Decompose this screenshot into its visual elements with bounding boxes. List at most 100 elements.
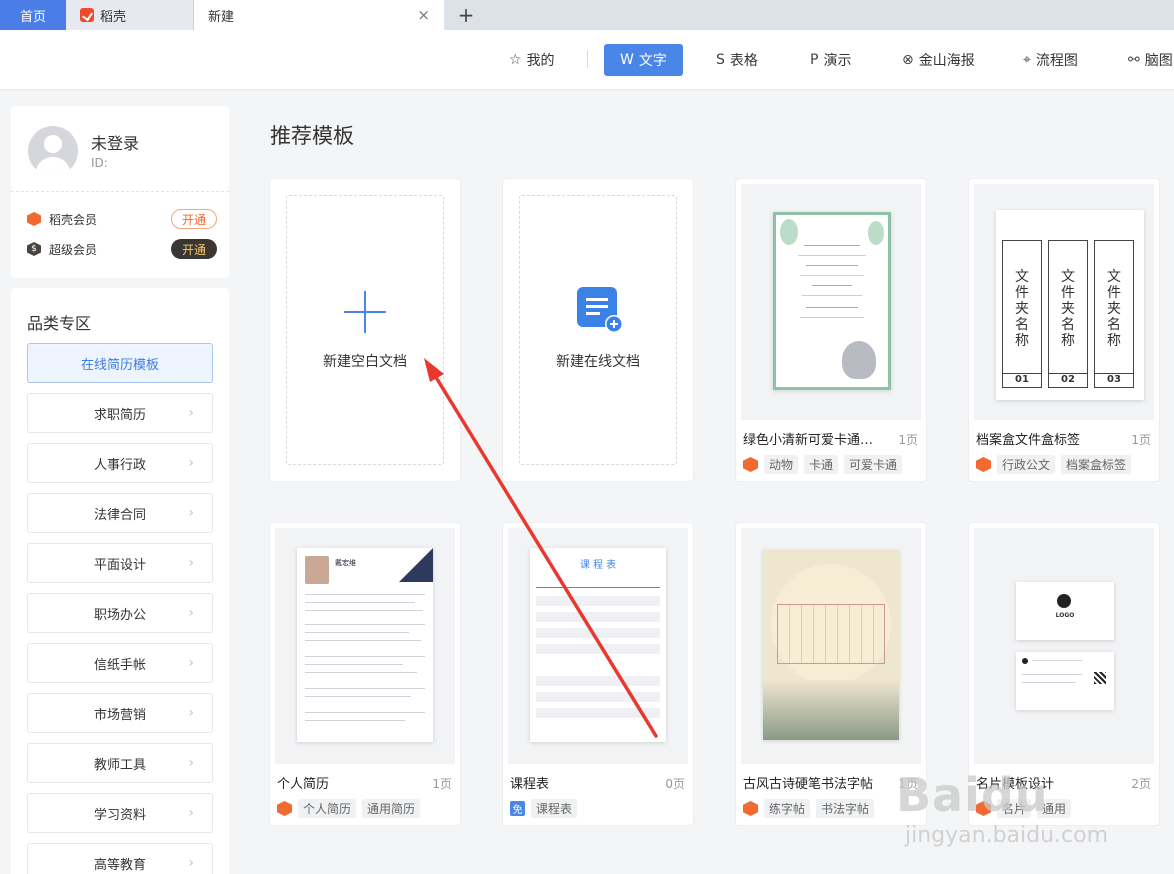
user-id: ID: — [91, 156, 108, 170]
card-divider — [11, 191, 229, 192]
cat-sheet[interactable]: S 表格 — [716, 44, 758, 76]
thumbnail-line — [305, 720, 405, 721]
thumbnail-line — [305, 656, 425, 657]
thumbnail-line — [800, 275, 864, 276]
free-badge-icon: 免 — [510, 801, 525, 816]
cat-mindmap[interactable]: ⚯ 脑图 — [1128, 44, 1173, 76]
cat-poster-label: 金山海报 — [918, 53, 975, 69]
category-item[interactable]: 法律合同 › — [27, 493, 213, 533]
cat-flowchart[interactable]: ⌖ 流程图 — [1023, 44, 1078, 76]
cat-mine[interactable]: ☆ 我的 — [509, 44, 555, 76]
leaf-icon — [868, 221, 884, 245]
template-tag[interactable]: 卡通 — [804, 455, 839, 474]
template-name: 档案盒文件盒标签 — [976, 433, 1081, 448]
category-item-label: 法律合同 — [93, 507, 146, 523]
template-thumbnail: LOGO — [974, 528, 1154, 764]
open-daoke-member-button[interactable]: 开通 — [171, 209, 217, 229]
member-row-super: $ 超级会员 开通 — [27, 238, 217, 260]
thumbnail-line — [1032, 660, 1082, 661]
folder-label-title: 文件夹名称 — [1061, 269, 1075, 349]
tab-new[interactable]: 新建 × — [194, 0, 444, 30]
category-item-label: 信纸手帐 — [93, 657, 146, 673]
folder-label: 文件夹名称 01 — [1002, 240, 1042, 388]
category-item[interactable]: 人事行政 › — [27, 443, 213, 483]
open-super-member-button[interactable]: 开通 — [171, 239, 217, 259]
daoke-badge-icon — [743, 801, 758, 816]
avatar[interactable] — [28, 126, 78, 176]
folder-label-title: 文件夹名称 — [1015, 269, 1029, 349]
category-item-label: 市场营销 — [93, 707, 146, 723]
user-name[interactable]: 未登录 — [91, 130, 139, 154]
category-item[interactable]: 教师工具 › — [27, 743, 213, 783]
folder-label-number: 01 — [1003, 373, 1041, 387]
template-pages: 0页 — [665, 777, 685, 791]
tab-daoke[interactable]: 稻壳 — [66, 0, 194, 30]
new-online-doc-card[interactable]: 新建在线文档 — [502, 178, 694, 482]
thumbnail-line — [798, 255, 866, 256]
category-item[interactable]: 信纸手帐 › — [27, 643, 213, 683]
thumbnail-line — [305, 672, 417, 673]
section-title: 推荐模板 — [270, 124, 354, 148]
template-tag[interactable]: 通用简历 — [362, 799, 421, 818]
folder-label: 文件夹名称 03 — [1094, 240, 1134, 388]
poster-icon: ⊗ — [902, 52, 914, 68]
category-item[interactable]: 平面设计 › — [27, 543, 213, 583]
template-tag[interactable]: 可爱卡通 — [844, 455, 903, 474]
template-tag[interactable]: 动物 — [764, 455, 799, 474]
template-tag[interactable]: 书法字帖 — [816, 799, 875, 818]
cat-poster[interactable]: ⊗ 金山海报 — [902, 44, 975, 76]
online-doc-icon — [577, 287, 623, 333]
category-item[interactable]: 市场营销 › — [27, 693, 213, 733]
template-tags: 动物 卡通 可爱卡通 — [743, 455, 908, 474]
tab-bar: 首页 稻壳 新建 × + — [0, 0, 1174, 30]
thumbnail-paper: 文件夹名称 01 文件夹名称 02 文件夹名称 03 — [996, 210, 1144, 400]
template-card[interactable]: 绿色小清新可爱卡通动... 1页 动物 卡通 可爱卡通 — [735, 178, 927, 482]
cat-writer[interactable]: W 文字 — [604, 44, 683, 76]
resume-photo — [305, 556, 329, 584]
daoke-badge-icon — [976, 457, 991, 472]
schedule-row — [536, 692, 660, 702]
category-item[interactable]: 求职简历 › — [27, 393, 213, 433]
daoke-badge-icon — [277, 801, 292, 816]
new-blank-doc-card[interactable]: 新建空白文档 — [269, 178, 461, 482]
template-thumbnail: 戴宏维 — [275, 528, 455, 764]
add-tab-button[interactable]: + — [444, 0, 488, 30]
template-tag[interactable]: 课程表 — [531, 799, 578, 818]
template-tag[interactable]: 个人简历 — [298, 799, 357, 818]
template-tag[interactable]: 行政公文 — [997, 455, 1056, 474]
chevron-right-icon: › — [188, 705, 194, 721]
template-tag[interactable]: 档案盒标签 — [1061, 455, 1132, 474]
category-panel: 品类专区 在线简历模板 求职简历 › 人事行政 › 法律合同 › 平面设计 › 职场办公… — [11, 288, 229, 874]
plus-icon — [344, 291, 386, 333]
template-card[interactable]: 课 程 表 课程表 0页 免 课程表 — [502, 522, 694, 826]
template-pages: 2页 — [1131, 777, 1151, 791]
tab-home[interactable]: 首页 — [0, 0, 66, 30]
category-item[interactable]: 学习资料 › — [27, 793, 213, 833]
member-row-daoke: 稻壳会员 开通 — [27, 208, 217, 230]
chevron-right-icon: › — [188, 655, 194, 671]
thumbnail-paper: 课 程 表 — [530, 548, 666, 742]
schedule-row — [536, 596, 660, 606]
resume-name: 戴宏维 — [335, 559, 356, 567]
category-item-label: 职场办公 — [93, 607, 146, 623]
thumbnail-line — [305, 712, 425, 713]
flow-icon: ⌖ — [1023, 52, 1031, 68]
category-item-label: 高等教育 — [93, 857, 146, 873]
leaf-icon — [780, 219, 798, 245]
category-item[interactable]: 在线简历模板 — [27, 343, 213, 383]
chevron-right-icon: › — [188, 405, 194, 421]
thumbnail-paper: 戴宏维 — [297, 548, 433, 742]
template-pages: 1页 — [898, 433, 918, 447]
chevron-right-icon: › — [188, 555, 194, 571]
category-item[interactable]: 高等教育 › — [27, 843, 213, 874]
close-icon[interactable]: × — [417, 6, 430, 24]
thumbnail-line — [806, 265, 858, 266]
template-tags: 免 课程表 — [510, 799, 583, 818]
template-card[interactable]: 戴宏维 个人简历 1页 个人简历 通用简历 — [269, 522, 461, 826]
logo-mark-icon — [1057, 594, 1071, 608]
category-panel-title: 品类专区 — [27, 314, 92, 333]
template-tag[interactable]: 练字帖 — [764, 799, 811, 818]
template-card[interactable]: 文件夹名称 01 文件夹名称 02 文件夹名称 03 档案盒文件盒标签 1页 行… — [968, 178, 1160, 482]
cat-presentation[interactable]: P 演示 — [810, 44, 851, 76]
category-item[interactable]: 职场办公 › — [27, 593, 213, 633]
